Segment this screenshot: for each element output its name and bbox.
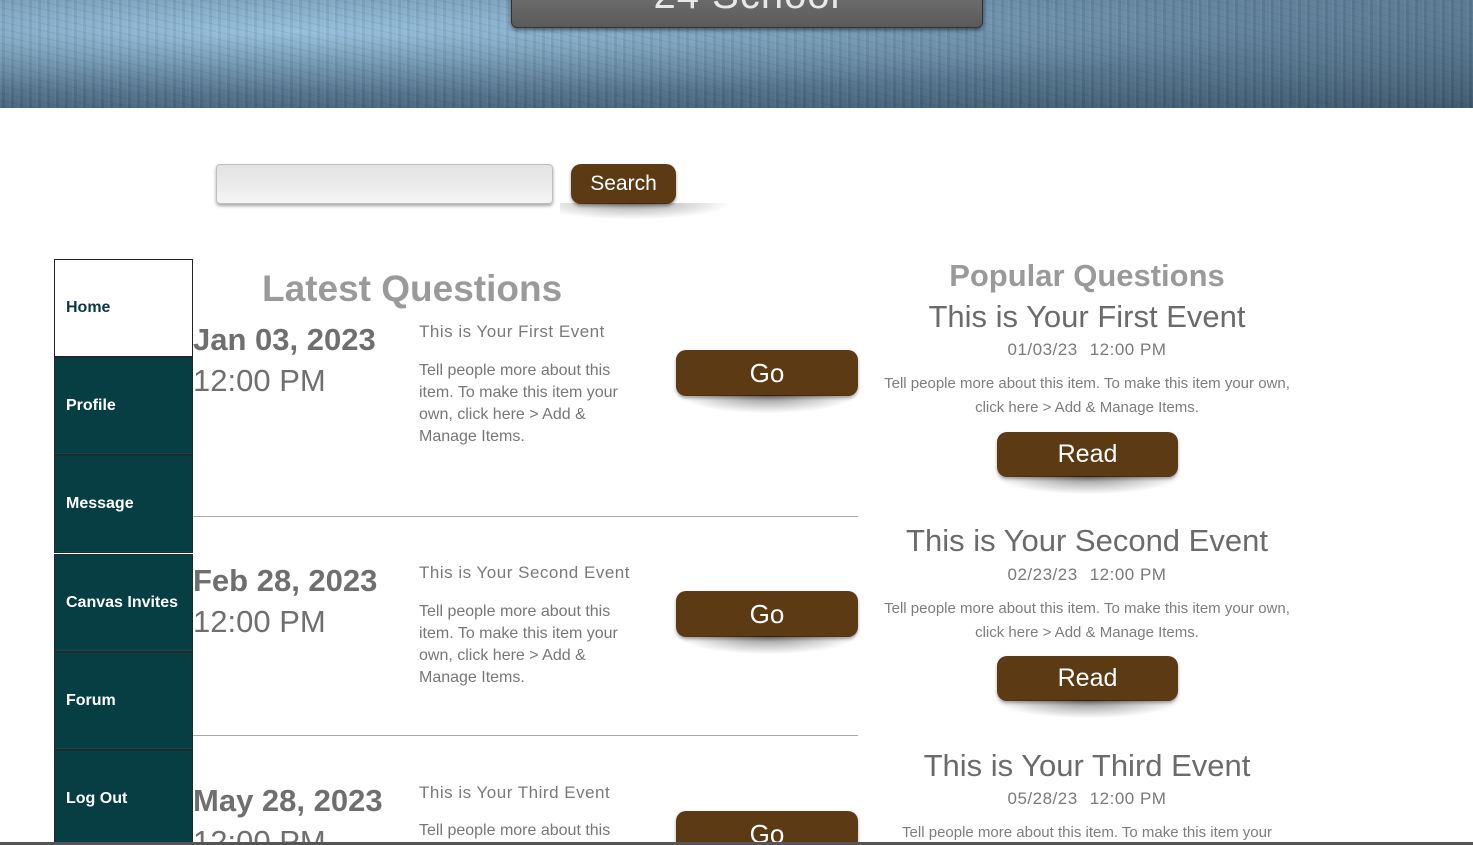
event-title: This is Your Third Event xyxy=(419,783,611,802)
page-root: 24 School Search Home Profile Message Ca… xyxy=(0,0,1473,845)
read-button[interactable]: Read xyxy=(997,432,1178,477)
latest-questions-heading: Latest Questions xyxy=(262,268,563,309)
event-description: Tell people more about this xyxy=(419,822,611,839)
sidebar-item-home[interactable]: Home xyxy=(54,259,193,357)
search-button[interactable]: Search xyxy=(571,164,676,204)
go-button[interactable]: Go xyxy=(676,591,858,637)
button-shadow xyxy=(985,700,1190,720)
sidebar-item-label: Forum xyxy=(66,692,116,709)
button-shadow xyxy=(670,395,865,415)
event-date: Jan 03, 2023 xyxy=(193,322,376,357)
popular-event-title: This is Your Third Event xyxy=(923,748,1251,783)
go-button[interactable]: Go xyxy=(676,350,858,396)
popular-event-description: Tell people more about this item. To mak… xyxy=(884,600,1290,641)
popular-event-date: 05/28/23 xyxy=(1007,789,1078,808)
popular-event-date: 02/23/23 xyxy=(1007,565,1078,584)
popular-event-title: This is Your First Event xyxy=(928,299,1246,334)
popular-event-description: Tell people more about this item. To mak… xyxy=(884,375,1290,416)
divider xyxy=(193,735,858,736)
event-time: 12:00 PM xyxy=(193,363,326,398)
event-date: Feb 28, 2023 xyxy=(193,563,378,598)
event-date: May 28, 2023 xyxy=(193,783,383,818)
popular-event-date: 01/03/23 xyxy=(1007,340,1078,359)
event-title: This is Your Second Event xyxy=(419,563,630,582)
read-button[interactable]: Read xyxy=(997,656,1178,701)
popular-event-time: 12:00 PM xyxy=(1089,565,1167,584)
site-title-box: 24 School xyxy=(511,0,983,28)
sidebar-nav: Home Profile Message Canvas Invites Foru… xyxy=(54,259,193,845)
sidebar-item-profile[interactable]: Profile xyxy=(54,357,193,455)
search-button-shadow xyxy=(560,203,740,221)
sidebar-item-label: Message xyxy=(66,495,134,512)
sidebar-item-label: Canvas Invites xyxy=(66,594,179,611)
event-time: 12:00 PM xyxy=(193,604,326,639)
sidebar-item-label: Log Out xyxy=(66,790,128,807)
popular-event-title: This is Your Second Event xyxy=(906,523,1268,558)
search-input[interactable] xyxy=(216,164,553,204)
popular-event-time: 12:00 PM xyxy=(1089,340,1167,359)
event-title: This is Your First Event xyxy=(419,322,605,341)
popular-event-datetime: 05/28/23 12:00 PM xyxy=(880,789,1294,809)
popular-event-datetime: 02/23/23 12:00 PM xyxy=(880,565,1294,585)
sidebar-item-canvas-invites[interactable]: Canvas Invites xyxy=(54,554,193,652)
button-shadow xyxy=(670,636,865,656)
event-description: Tell people more about this item. To mak… xyxy=(419,603,618,686)
event-description: Tell people more about this item. To mak… xyxy=(419,362,618,445)
divider xyxy=(193,516,858,517)
popular-event-datetime: 01/03/23 12:00 PM xyxy=(880,340,1294,360)
popular-questions-heading: Popular Questions xyxy=(949,258,1225,293)
sidebar-item-message[interactable]: Message xyxy=(54,455,193,553)
button-shadow xyxy=(985,476,1190,496)
site-title: 24 School xyxy=(512,0,982,18)
sidebar-item-log-out[interactable]: Log Out xyxy=(54,750,193,845)
go-button[interactable]: Go xyxy=(676,811,858,845)
sidebar-item-label: Profile xyxy=(66,397,116,414)
popular-event-time: 12:00 PM xyxy=(1089,789,1167,808)
sidebar-item-forum[interactable]: Forum xyxy=(54,652,193,750)
sidebar-item-label: Home xyxy=(66,299,111,316)
